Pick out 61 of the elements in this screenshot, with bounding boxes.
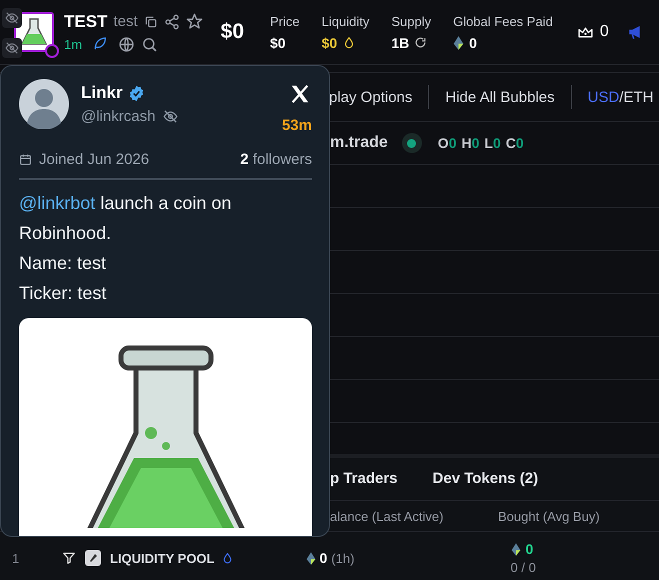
eth-icon [453,36,464,50]
token-ticker: test [113,13,138,30]
currency-toggle[interactable]: USD/ETH [588,88,654,106]
calendar-icon [19,153,32,166]
stat-value: $0 [322,34,338,50]
follower-count: 2 followers [240,151,312,168]
post-text: @linkrbot launch a coin on Robinhood. [19,192,232,245]
copy-icon[interactable] [144,14,158,28]
eth-icon [510,542,520,556]
chart-title: m.trade [330,134,388,152]
eye-off-icon[interactable] [163,109,178,124]
profile-handle: @linkrcash [81,108,156,125]
stat-label: Liquidity [322,14,370,28]
filter-icon[interactable] [62,551,76,565]
drop-icon [220,552,234,564]
bought-value: 0 [526,541,534,557]
ohlc-value: H0 [461,135,480,151]
profile-name: Linkr [81,83,123,103]
balance-value: 0 [320,550,328,566]
globe-icon[interactable] [118,36,136,52]
column-header: alance (Last Active) [330,508,444,524]
avg-buy: 0 / 0 [510,560,536,575]
stat-value: 0 [469,34,477,50]
avatar-icon [19,79,69,129]
column-header: Bought (Avg Buy) [498,508,600,524]
post-text: Name: test [19,252,108,275]
feather-icon[interactable] [92,36,108,52]
market-cap: $0 [220,20,244,44]
stat-label: Global Fees Paid [453,14,553,28]
rank-number: 1 [11,550,20,566]
stat-value: 1B [391,34,410,50]
pool-icon [85,550,101,566]
stat-value: $0 [270,34,286,50]
eth-icon [306,552,316,564]
search-icon[interactable] [141,36,158,52]
holder-name: LIQUIDITY POOL [110,550,214,566]
ohlc-value: O0 [438,135,456,151]
last-active: (1h) [331,550,354,566]
status-indicator [402,133,422,153]
hide-button[interactable] [2,8,22,28]
ohlc-value: C0 [506,135,524,151]
eye-off-icon [5,41,19,55]
mention-link[interactable]: @linkrbot [19,193,96,213]
toolbar-button[interactable]: Hide All Bubbles [445,88,555,106]
token-name: TEST [64,12,108,32]
stat-label: Supply [391,14,432,28]
panel-tab[interactable]: p Traders [330,462,398,496]
refresh-icon [414,36,428,49]
hide-button[interactable] [2,38,22,58]
token-age: 1m [64,36,82,52]
ohlc-value: L0 [484,135,501,151]
crown-count: 0 [600,23,609,41]
eye-off-icon [5,11,19,25]
joined-date: Joined Jun 2026 [39,151,150,168]
stat-label: Price [270,14,300,28]
share-icon[interactable] [164,14,180,30]
post-age: 53m [282,117,312,134]
toolbar-button[interactable]: play Options [329,88,412,106]
star-icon[interactable] [186,13,203,30]
post-text: Ticker: test [19,282,108,305]
panel-tab[interactable]: Dev Tokens (2) [432,462,538,496]
